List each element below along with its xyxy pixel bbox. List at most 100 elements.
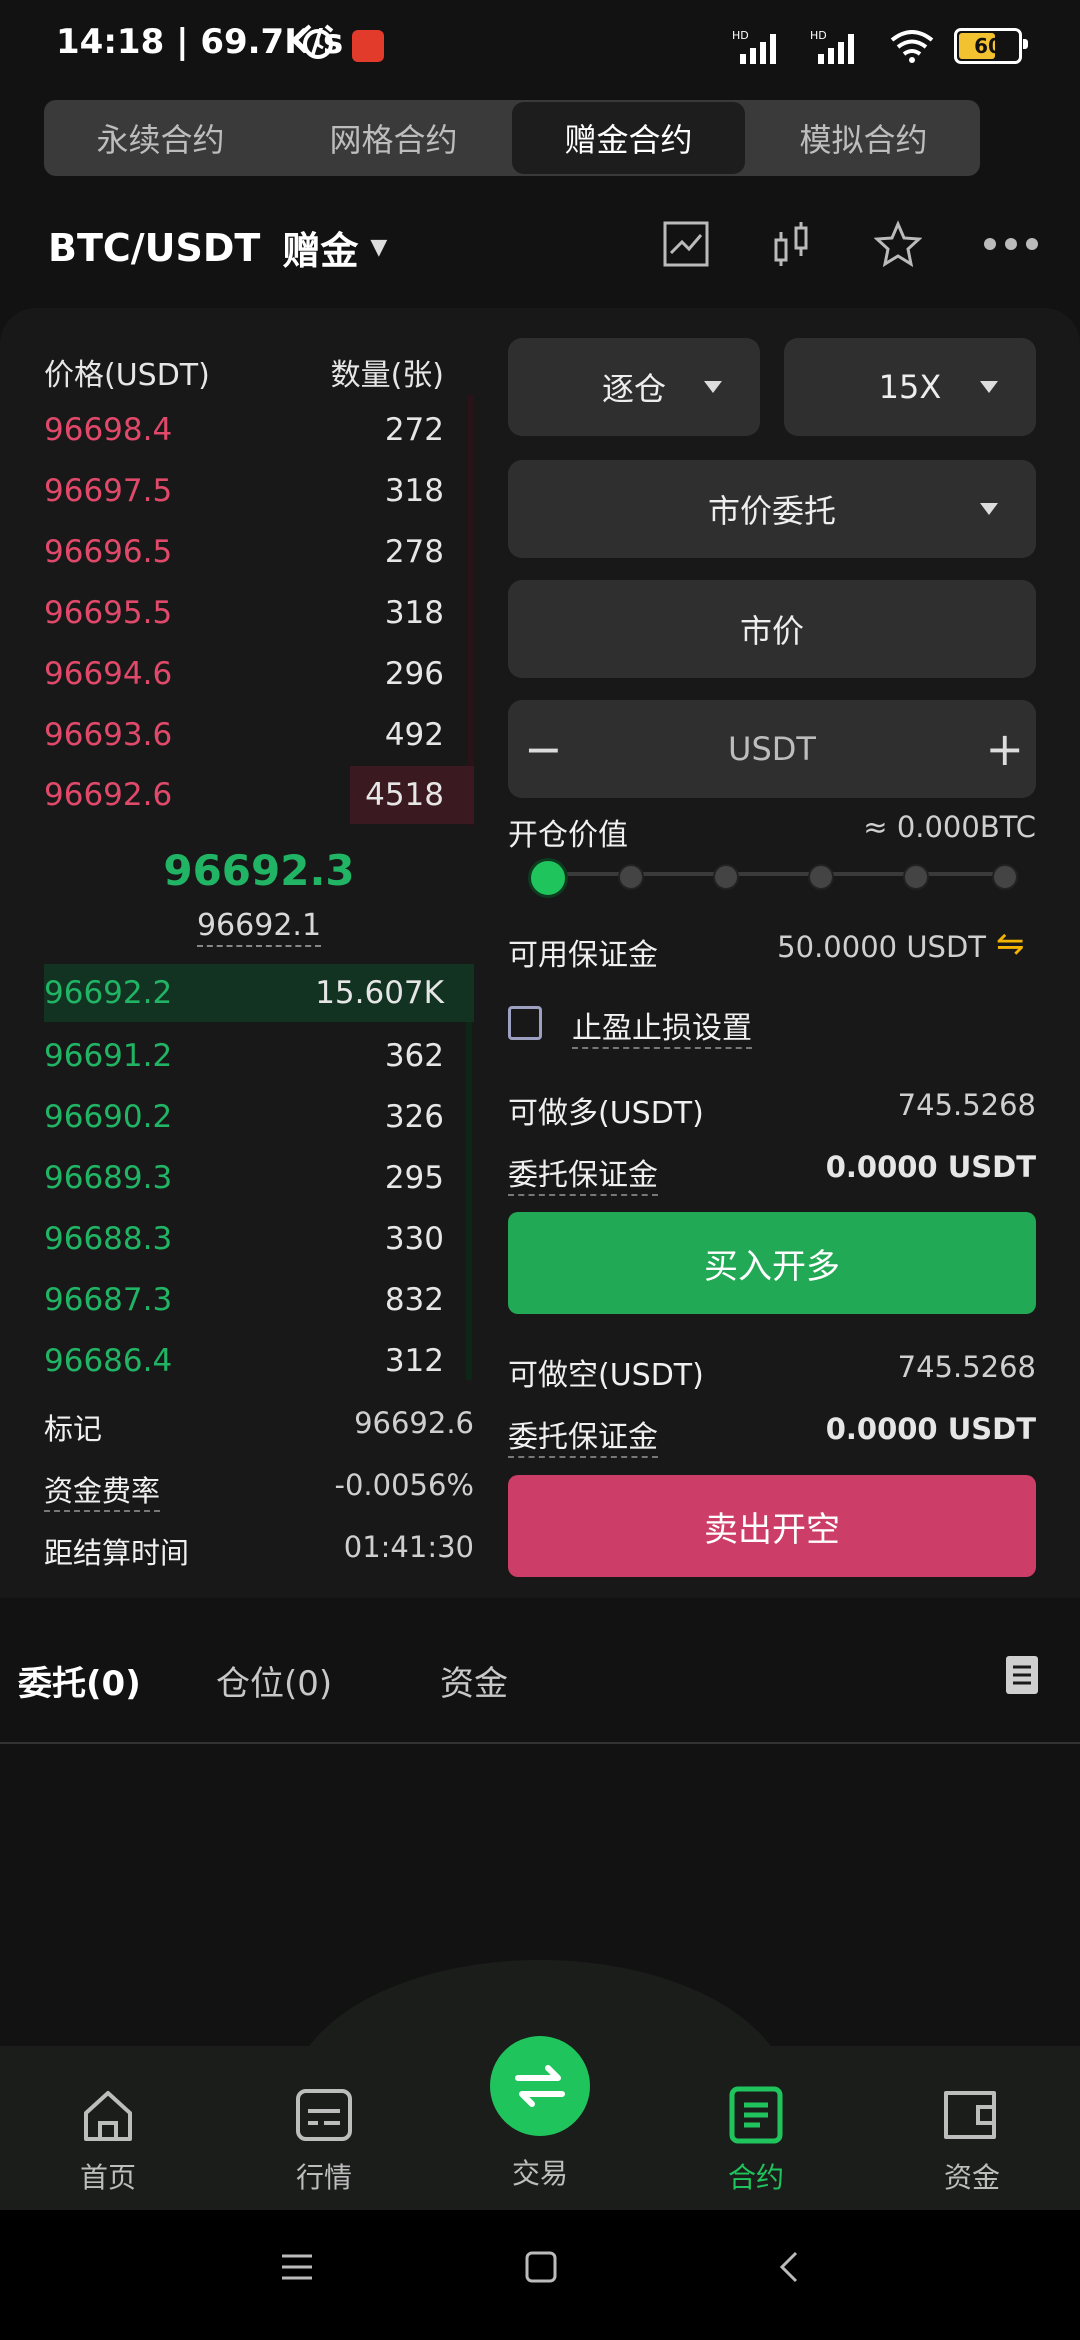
swap-icon [515,2065,565,2107]
slider-step[interactable] [903,864,929,890]
slider-handle[interactable] [528,858,568,898]
tab-assets[interactable]: 资金 [440,1656,508,1705]
margin-mode-select[interactable]: 逐仓 [508,338,760,436]
tab-demo[interactable]: 模拟合约 [747,100,980,176]
sell-short-button[interactable]: 卖出开空 [508,1475,1036,1577]
nav-contract-label: 合约 [727,2161,784,2194]
ask-qty: 318 [384,473,444,509]
bid-row[interactable]: 96692.2 15.607K [44,964,474,1022]
ask-price: 96694.6 [44,656,173,692]
price-field-value: 市价 [739,612,804,650]
order-book-header: 价格(USDT) 数量(张) [44,350,444,394]
contract-icon [729,2086,783,2144]
svg-text:HD: HD [732,29,749,42]
bid-qty: 326 [384,1099,444,1135]
nav-trade-label[interactable]: 交易 [470,2152,610,2192]
nav-wallet[interactable]: 资金 [902,2080,1042,2196]
price-header: 价格(USDT) [44,358,210,393]
wifi-icon [890,30,934,63]
funding-rate-row[interactable]: 资金费率 -0.0056% [44,1468,474,1512]
tab-bonus[interactable]: 赠金合约 [512,102,745,174]
mark-price-row: 标记 96692.6 [44,1406,474,1448]
bid-row[interactable]: 96689.3 295 [44,1152,444,1204]
ask-row[interactable]: 96694.6 296 [44,648,444,700]
ask-price: 96696.5 [44,534,173,570]
bid-row[interactable]: 96687.3 832 [44,1274,444,1326]
settlement-row: 距结算时间 01:41:30 [44,1530,474,1572]
slider-step[interactable] [618,864,644,890]
ask-qty: 4518 [365,777,444,813]
candlestick-icon[interactable] [770,220,814,268]
price-field[interactable]: 市价 [508,580,1036,678]
menu-icon[interactable] [280,2250,314,2284]
increase-button[interactable]: + [985,722,1024,776]
ask-row[interactable]: 96693.6 492 [44,709,444,761]
available-margin-value: 50.0000 USDT [777,930,986,964]
caret-down-icon: ▼ [370,235,388,260]
star-icon[interactable] [874,220,922,268]
transfer-icon[interactable]: ⇋ [996,924,1025,964]
tab-grid[interactable]: 网格合约 [277,100,510,176]
order-margin-label-long[interactable]: 委托保证金 [508,1150,658,1196]
mark-value: 96692.6 [354,1406,474,1440]
bid-price: 96689.3 [44,1160,173,1196]
order-margin-label-short[interactable]: 委托保证金 [508,1412,658,1458]
bid-qty: 295 [384,1160,444,1196]
ask-row[interactable]: 96698.4 272 [44,404,444,456]
chart-icon[interactable] [662,220,710,268]
market-icon [296,2089,352,2141]
nav-market[interactable]: 行情 [254,2080,394,2196]
ask-qty: 318 [384,595,444,631]
bid-price: 96688.3 [44,1221,173,1257]
funding-rate-value: -0.0056% [334,1468,475,1502]
nav-market-label: 行情 [295,2161,352,2194]
bid-row[interactable]: 96688.3 330 [44,1213,444,1265]
slider-step[interactable] [808,864,834,890]
long-available-label: 可做多(USDT) [508,1096,704,1131]
slider-step[interactable] [992,864,1018,890]
tab-positions[interactable]: 仓位(0) [216,1656,332,1705]
document-icon[interactable] [1004,1654,1040,1696]
tab-orders[interactable]: 委托(0) [18,1656,141,1705]
bid-qty: 312 [384,1343,444,1379]
ask-depth-line [468,395,474,825]
caret-down-icon [980,503,998,515]
nav-home[interactable]: 首页 [38,2080,178,2196]
caret-down-icon [980,381,998,393]
nav-trade-button[interactable] [490,2036,590,2136]
back-icon[interactable] [772,2250,806,2284]
tab-perpetual[interactable]: 永续合约 [44,100,277,176]
order-type-select[interactable]: 市价委托 [508,460,1036,558]
position-slider[interactable] [528,856,1018,898]
tpsl-label[interactable]: 止盈止损设置 [572,1003,752,1049]
order-margin-value-short: 0.0000 USDT [825,1412,1036,1446]
decrease-button[interactable]: − [524,722,563,776]
tpsl-checkbox[interactable] [508,1006,542,1040]
slider-step[interactable] [713,864,739,890]
home-square-icon[interactable] [524,2250,558,2284]
status-bar: 14:18 | 69.7K/s HD HD 60 [0,0,1080,95]
ask-row[interactable]: 96697.5 318 [44,465,444,517]
ask-row[interactable]: 96695.5 318 [44,587,444,639]
ask-price: 96692.6 [44,777,173,813]
last-price[interactable]: 96692.3 [44,846,474,895]
signal-icon-2: HD [810,29,854,64]
pair-actions [662,220,1040,268]
bid-row[interactable]: 96686.4 312 [44,1335,444,1387]
settlement-value: 01:41:30 [343,1530,474,1564]
ask-row[interactable]: 96692.6 4518 [44,766,474,824]
bid-row[interactable]: 96690.2 326 [44,1091,444,1143]
nav-contract[interactable]: 合约 [686,2080,826,2196]
bid-row[interactable]: 96691.2 362 [44,1030,444,1082]
bid-price: 96691.2 [44,1038,173,1074]
pair-selector[interactable]: BTC/USDT 赠金 ▼ [48,220,387,275]
leverage-select[interactable]: 15X [784,338,1036,436]
ask-price: 96695.5 [44,595,173,631]
ask-price: 96693.6 [44,717,173,753]
ask-row[interactable]: 96696.5 278 [44,526,444,578]
buy-long-button[interactable]: 买入开多 [508,1212,1036,1314]
more-icon[interactable] [982,234,1040,254]
nav-home-label: 首页 [79,2161,136,2194]
ask-price: 96697.5 [44,473,173,509]
amount-input[interactable]: − USDT + [508,700,1036,798]
